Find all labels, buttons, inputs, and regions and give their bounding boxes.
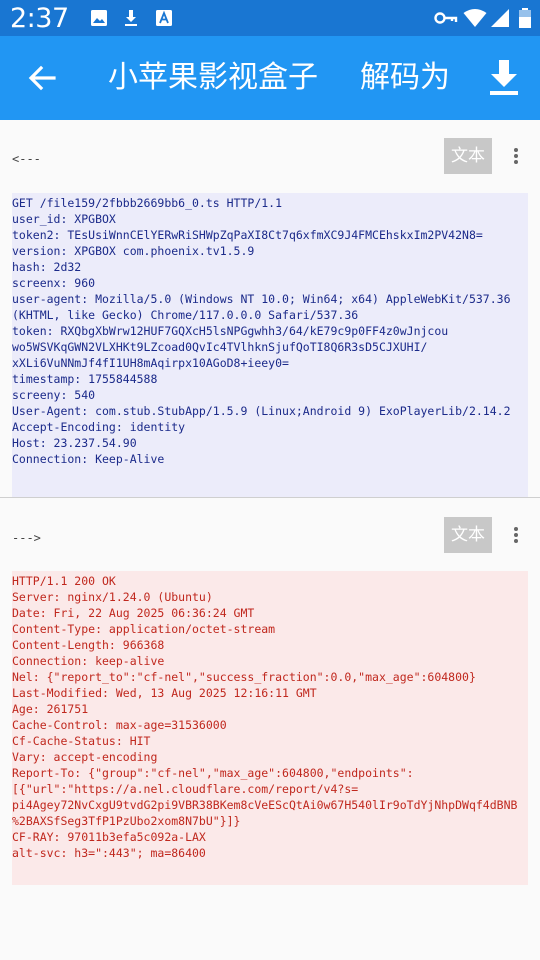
wifi-icon xyxy=(463,9,487,27)
response-line: Vary: accept-encoding xyxy=(12,750,158,764)
font-icon xyxy=(156,10,172,26)
response-line: Date: Fri, 22 Aug 2025 06:36:24 GMT xyxy=(12,606,255,620)
request-text-button[interactable]: 文本 xyxy=(444,138,492,174)
response-line: Server: nginx/1.24.0 (Ubuntu) xyxy=(12,590,213,604)
app-title: 小苹果影视盒子 xyxy=(108,60,318,95)
response-line: Cf-Cache-Status: HIT xyxy=(12,734,151,748)
response-line: Connection: keep-alive xyxy=(12,654,165,668)
request-line: (KHTML, like Gecko) Chrome/117.0.0.0 Saf… xyxy=(12,308,359,322)
response-line: Content-Length: 966368 xyxy=(12,638,165,652)
request-line: screenx: 960 xyxy=(12,276,96,290)
response-headers-text: HTTP/1.1 200 OK Server: nginx/1.24.0 (Ubu… xyxy=(12,571,528,885)
save-download-icon[interactable] xyxy=(484,58,524,98)
response-line: Cache-Control: max-age=31536000 xyxy=(12,718,227,732)
request-headers-text: GET /file159/2fbbb2669bb6_0.ts HTTP/1.1 u… xyxy=(12,193,528,498)
response-line: Report-To: {"group":"cf-nel","max_age":6… xyxy=(12,766,414,780)
request-section: <--- 文本 GET /file159/2fbbb2669bb6_0.ts H… xyxy=(0,120,540,498)
signal-icon xyxy=(491,9,509,27)
download-icon xyxy=(125,10,137,26)
request-line: token2: TEsUsiWnnCElYERwRiSHWpZqPaXI8Ct7… xyxy=(12,228,483,242)
response-line: pi4Agey72NvCxgU9tvdG2pi9VBR38BKem8cVeESc… xyxy=(12,798,518,812)
request-line: user-agent: Mozilla/5.0 (Windows NT 10.0… xyxy=(12,292,511,306)
response-line: Nel: {"report_to":"cf-nel","success_frac… xyxy=(12,670,476,684)
response-line: [{"url":"https://a.nel.cloudflare.com/re… xyxy=(12,782,359,796)
request-line: token: RXQbgXbWrw12HUF7GQXcH5lsNPGgwhh3/… xyxy=(12,324,449,338)
response-line: Last-Modified: Wed, 13 Aug 2025 12:16:11… xyxy=(12,686,317,700)
response-line: %2BAXSfSeg3TfP1PzUbo2xom8N7bU"}]} xyxy=(12,814,241,828)
image-icon xyxy=(91,10,107,26)
request-line: Connection: Keep-Alive xyxy=(12,452,165,466)
request-line: timestamp: 1755844588 xyxy=(12,372,158,386)
response-line: Content-Type: application/octet-stream xyxy=(12,622,276,636)
request-line: user_id: XPGBOX xyxy=(12,212,116,226)
vpn-key-icon xyxy=(434,12,458,24)
request-more-icon[interactable] xyxy=(506,138,526,174)
request-line: hash: 2d32 xyxy=(12,260,82,274)
request-line: User-Agent: com.stub.StubApp/1.5.9 (Linu… xyxy=(12,404,511,418)
response-line: Age: 261751 xyxy=(12,702,89,716)
request-line: screeny: 540 xyxy=(12,388,96,402)
response-more-icon[interactable] xyxy=(506,517,526,553)
request-line: Accept-Encoding: identity xyxy=(12,420,186,434)
decode-as-button[interactable]: 解码为 xyxy=(360,56,450,100)
response-line: HTTP/1.1 200 OK xyxy=(12,574,116,588)
battery-icon xyxy=(519,8,531,28)
response-section: ---> 文本 HTTP/1.1 200 OK Server: nginx/1.2… xyxy=(0,498,540,898)
request-direction-label: <--- xyxy=(12,152,41,166)
request-line: version: XPGBOX com.phoenix.tv1.5.9 xyxy=(12,244,255,258)
response-line: alt-svc: h3=":443"; ma=86400 xyxy=(12,846,206,860)
request-line: xXLi6VuNNmJf4fI1UH8mAqirpx10AGoD8+ieey0= xyxy=(12,356,289,370)
request-line: wo5WSVKqGWN2VLXHKt9LZcoad0QvIc4TVlhknSju… xyxy=(12,340,428,354)
response-line: CF-RAY: 97011b3efa5c092a-LAX xyxy=(12,830,206,844)
response-text-button[interactable]: 文本 xyxy=(444,517,492,553)
content-area: <--- 文本 GET /file159/2fbbb2669bb6_0.ts H… xyxy=(0,120,540,960)
status-time: 2:37 xyxy=(10,3,69,34)
app-bar: 小苹果影视盒子 解码为 xyxy=(0,36,540,120)
request-line: GET /file159/2fbbb2669bb6_0.ts HTTP/1.1 xyxy=(12,196,283,210)
request-line: Host: 23.237.54.90 xyxy=(12,436,137,450)
back-arrow-icon[interactable] xyxy=(24,60,60,96)
status-bar: 2:37 xyxy=(0,0,540,36)
response-direction-label: ---> xyxy=(12,531,41,545)
